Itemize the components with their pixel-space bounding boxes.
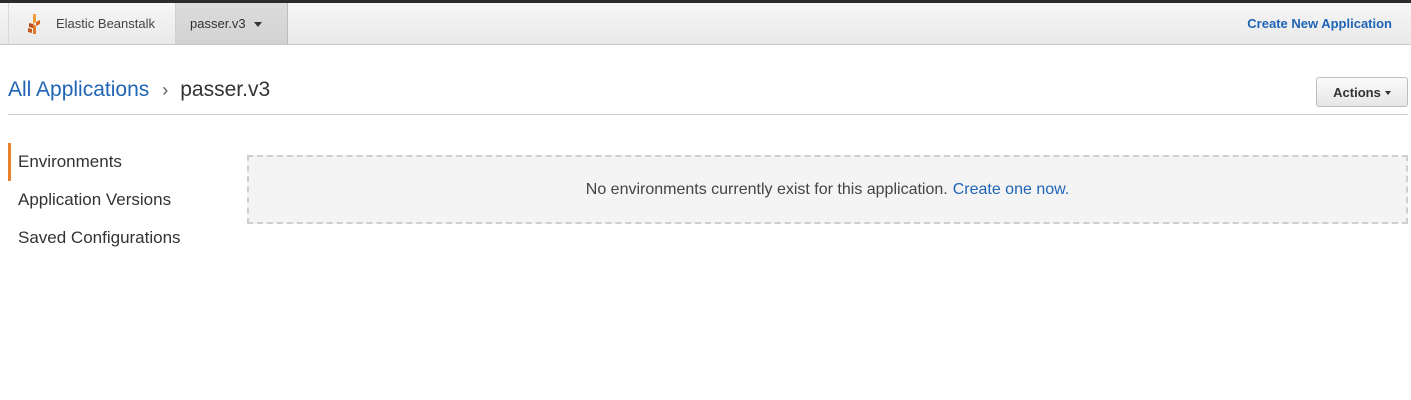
actions-button-label: Actions [1333, 84, 1381, 100]
empty-state-message: No environments currently exist for this… [585, 180, 948, 198]
brand-label: Elastic Beanstalk [56, 16, 155, 31]
top-navigation-bar: Elastic Beanstalk passer.v3 Create New A… [0, 0, 1411, 45]
create-new-application-link[interactable]: Create New Application [1247, 16, 1392, 31]
empty-environments-panel: No environments currently exist for this… [247, 155, 1408, 224]
application-selector-tab[interactable]: passer.v3 [176, 3, 288, 44]
create-environment-link[interactable]: Create one now. [953, 181, 1070, 199]
sidebar-item-saved-configurations[interactable]: Saved Configurations [8, 219, 228, 257]
sidebar-navigation: Environments Application Versions Saved … [8, 143, 228, 257]
breadcrumb: All Applications › passer.v3 [8, 78, 270, 102]
breadcrumb-all-applications-link[interactable]: All Applications [8, 78, 149, 102]
application-selector-label: passer.v3 [190, 16, 246, 31]
chevron-down-icon [253, 21, 262, 27]
page-header: All Applications › passer.v3 Actions [8, 72, 1408, 115]
sidebar-item-application-versions[interactable]: Application Versions [8, 181, 228, 219]
sidebar-item-environments[interactable]: Environments [8, 143, 228, 181]
elastic-beanstalk-logo-icon [24, 13, 44, 35]
actions-button[interactable]: Actions [1316, 77, 1408, 107]
chevron-right-icon: › [162, 79, 169, 100]
brand-home-link[interactable]: Elastic Beanstalk [8, 3, 176, 44]
page-title: passer.v3 [180, 78, 271, 101]
chevron-down-icon [1384, 90, 1391, 95]
